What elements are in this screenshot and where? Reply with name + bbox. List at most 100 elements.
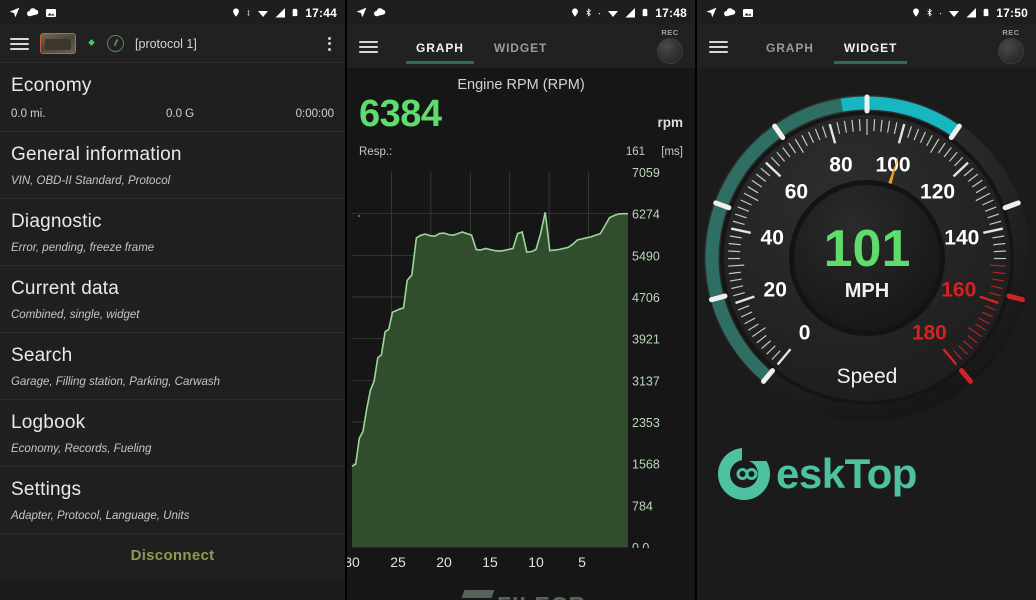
tab-graph[interactable]: GRAPH: [754, 30, 826, 64]
hamburger-menu-icon[interactable]: [10, 37, 29, 50]
list-item-current-data[interactable]: Current data Combined, single, widget: [0, 266, 345, 332]
location-icon: [913, 8, 920, 17]
signal-icon: [625, 7, 636, 17]
kebab-menu-icon[interactable]: [324, 35, 335, 53]
svg-text:80: 80: [829, 154, 852, 177]
svg-text:4706: 4706: [632, 291, 660, 305]
record-button[interactable]: REC: [657, 28, 683, 64]
signal-icon: [275, 7, 286, 17]
list-item-title: Current data: [11, 278, 120, 299]
cloud-icon: [374, 8, 386, 17]
image-icon: [743, 8, 753, 17]
svg-text:25: 25: [390, 554, 406, 570]
list-item-logbook[interactable]: Logbook Economy, Records, Fueling: [0, 400, 345, 466]
pid-title: Engine RPM (RPM): [457, 77, 585, 93]
record-knob[interactable]: [657, 38, 683, 64]
record-label: REC: [661, 28, 679, 37]
panel-graph: 17:48 GRAPH WIDGET REC Engine RPM (RPM) …: [345, 0, 695, 600]
svg-text:160: 160: [941, 278, 976, 301]
record-knob[interactable]: [998, 38, 1024, 64]
desktop-watermark: eskTop: [715, 445, 917, 503]
status-bar-panel2: 17:48: [347, 0, 695, 25]
list-item-title: Settings: [11, 479, 82, 500]
svg-text:7059: 7059: [632, 166, 660, 180]
tab-graph[interactable]: GRAPH: [404, 30, 476, 64]
speed-gauge[interactable]: 0 20 40 60 80 100 120 140 160 180 Speed 101 MPH: [697, 68, 1036, 448]
list-item-subtitle: VIN, OBD-II Standard, Protocol: [11, 175, 171, 187]
navigation-icon: [9, 7, 20, 18]
wifi-icon: [258, 10, 269, 17]
response-unit: [ms]: [661, 146, 683, 158]
bluetooth-icon: [927, 8, 933, 17]
svg-text:5: 5: [578, 554, 586, 570]
svg-text:3921: 3921: [632, 333, 660, 347]
tab-widget[interactable]: WIDGET: [832, 30, 909, 64]
cloud-icon: [724, 8, 736, 17]
economy-distance: 0.0 mi.: [11, 108, 46, 120]
svg-text:0: 0: [799, 321, 811, 344]
battery-icon: [292, 8, 298, 17]
app-toolbar-panel3: GRAPH WIDGET REC: [697, 25, 1036, 68]
svg-text:120: 120: [920, 180, 955, 203]
record-button[interactable]: REC: [998, 28, 1024, 64]
svg-text:180: 180: [912, 321, 947, 344]
dot-icon: [940, 12, 942, 14]
navigation-icon: [356, 7, 367, 18]
dot-icon: [599, 12, 601, 14]
economy-fuel: 0.0 G: [166, 108, 195, 120]
list-item-general-information[interactable]: General information VIN, OBD-II Standard…: [0, 132, 345, 198]
panel-widget: 17:50 GRAPH WIDGET REC 0 20 40 60 80 100 120 14…: [695, 0, 1036, 600]
connected-check-icon[interactable]: [107, 35, 125, 52]
location-icon: [233, 8, 240, 17]
protocol-label: [protocol 1]: [135, 36, 197, 51]
image-icon: [46, 8, 56, 17]
screenshot-root: 17:44 ᛭ [protocol 1] Economy 0.0 mi. 0.0…: [0, 0, 1036, 600]
list-item-settings[interactable]: Settings Adapter, Protocol, Language, Un…: [0, 467, 345, 533]
signal-icon: [966, 7, 977, 17]
economy-time: 0:00:00: [295, 108, 334, 120]
response-row: Resp.: 161 [ms]: [347, 133, 695, 164]
panel-main-menu: 17:44 ᛭ [protocol 1] Economy 0.0 mi. 0.0…: [0, 0, 345, 600]
tab-widget[interactable]: WIDGET: [482, 30, 559, 64]
list-item-search[interactable]: Search Garage, Filling station, Parking,…: [0, 333, 345, 399]
list-item-diagnostic[interactable]: Diagnostic Error, pending, freeze frame: [0, 199, 345, 265]
wifi-icon: [949, 10, 960, 17]
bluetooth-icon[interactable]: ᛭: [87, 36, 96, 51]
app-toolbar-panel2: GRAPH WIDGET REC: [347, 25, 695, 68]
list-item-subtitle: Error, pending, freeze frame: [11, 242, 155, 254]
svg-text:10: 10: [528, 554, 544, 570]
navigation-icon: [706, 7, 717, 18]
svg-text:60: 60: [785, 180, 808, 203]
svg-text:6274: 6274: [632, 208, 660, 222]
list-item-title: Search: [11, 345, 73, 366]
battery-icon: [983, 8, 989, 17]
svg-text:MPH: MPH: [845, 280, 889, 302]
svg-text:3137: 3137: [632, 374, 660, 388]
wifi-icon: [608, 10, 619, 17]
response-label: Resp.:: [359, 146, 393, 158]
svg-text:20: 20: [764, 278, 787, 301]
economy-values: 0.0 mi. 0.0 G 0:00:00: [11, 108, 334, 120]
rpm-graph[interactable]: 705962745490470639213137235315687840.030…: [347, 164, 695, 600]
disconnect-button[interactable]: Disconnect: [0, 534, 345, 579]
status-bar-clock: 17:48: [655, 5, 687, 20]
svg-text:784: 784: [632, 499, 653, 513]
vehicle-icon[interactable]: [40, 33, 76, 54]
status-bar-panel3: 17:50: [697, 0, 1036, 25]
filecr-watermark: FILECR.com: [461, 590, 613, 600]
bluetooth-icon: [586, 8, 592, 17]
list-item-subtitle: Economy, Records, Fueling: [11, 443, 152, 455]
svg-text:30: 30: [347, 554, 360, 570]
tab-bar: GRAPH WIDGET: [754, 30, 909, 64]
svg-text:5490: 5490: [632, 249, 660, 263]
list-item-subtitle: Garage, Filling station, Parking, Carwas…: [11, 376, 221, 388]
svg-text:140: 140: [944, 226, 979, 249]
hamburger-menu-icon[interactable]: [359, 40, 378, 53]
cloud-icon: [27, 8, 39, 17]
svg-text:Speed: Speed: [837, 365, 898, 388]
list-item-economy[interactable]: Economy 0.0 mi. 0.0 G 0:00:00: [0, 63, 345, 131]
list-item-title: Diagnostic: [11, 211, 102, 232]
pid-unit: rpm: [657, 115, 683, 130]
filecr-watermark-text: FILECR.com: [497, 592, 613, 600]
hamburger-menu-icon[interactable]: [709, 40, 728, 53]
